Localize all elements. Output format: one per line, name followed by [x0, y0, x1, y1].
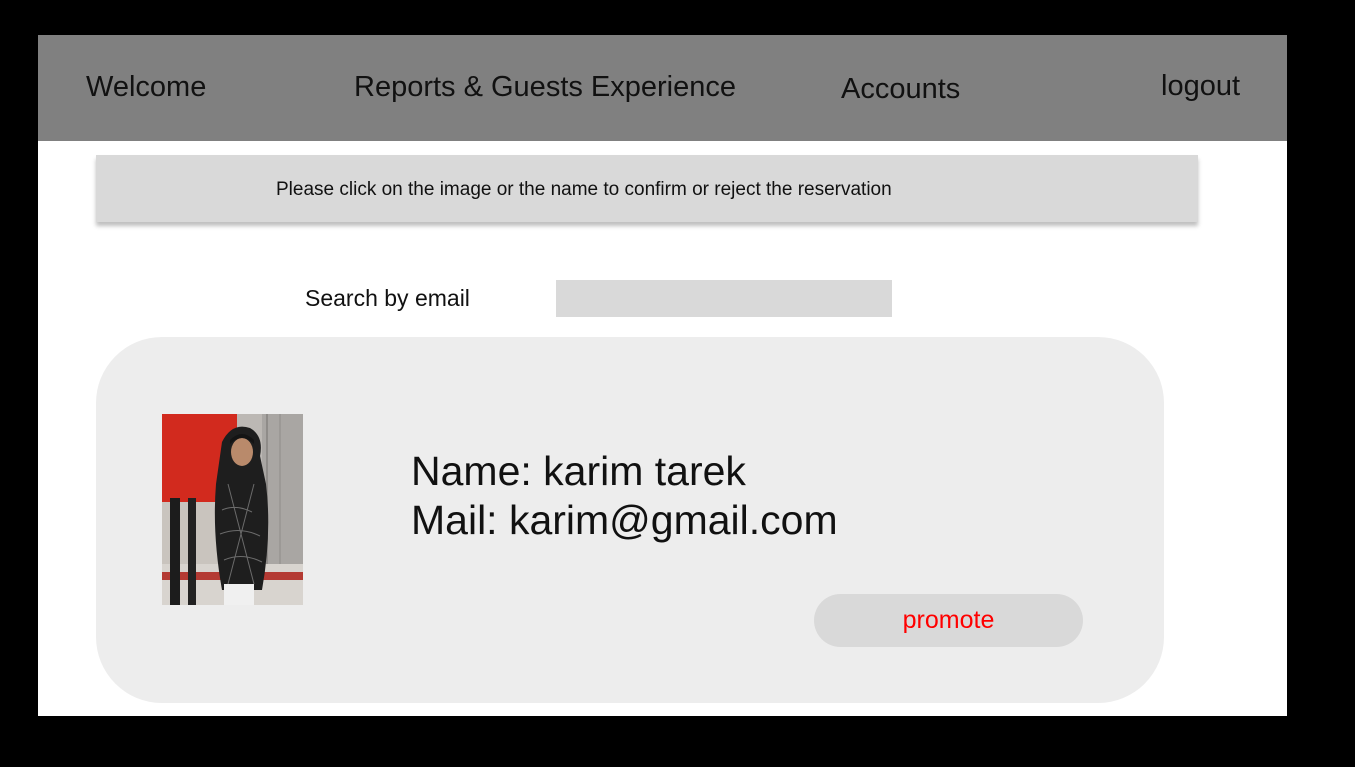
top-navbar: Welcome Reports & Guests Experience Acco…: [38, 35, 1287, 141]
promote-button[interactable]: promote: [814, 594, 1083, 647]
guest-info[interactable]: Name: karim tarek Mail: karim@gmail.com: [411, 447, 838, 545]
search-label: Search by email: [305, 285, 470, 311]
nav-accounts-link[interactable]: Accounts: [841, 73, 960, 106]
guest-email: Mail: karim@gmail.com: [411, 497, 838, 543]
nav-reports-link[interactable]: Reports & Guests Experience: [354, 71, 736, 104]
guest-card: Name: karim tarek Mail: karim@gmail.com …: [96, 337, 1164, 703]
search-email-input[interactable]: [556, 280, 892, 317]
app-frame: Welcome Reports & Guests Experience Acco…: [38, 35, 1287, 716]
nav-welcome-link[interactable]: Welcome: [86, 71, 206, 104]
guest-name[interactable]: Name: karim tarek: [411, 447, 838, 496]
instruction-banner: Please click on the image or the name to…: [96, 155, 1198, 222]
guest-photo-image: [162, 414, 303, 605]
instruction-text: Please click on the image or the name to…: [276, 179, 892, 200]
logout-link[interactable]: logout: [1161, 70, 1240, 103]
guest-photo[interactable]: [162, 414, 303, 605]
